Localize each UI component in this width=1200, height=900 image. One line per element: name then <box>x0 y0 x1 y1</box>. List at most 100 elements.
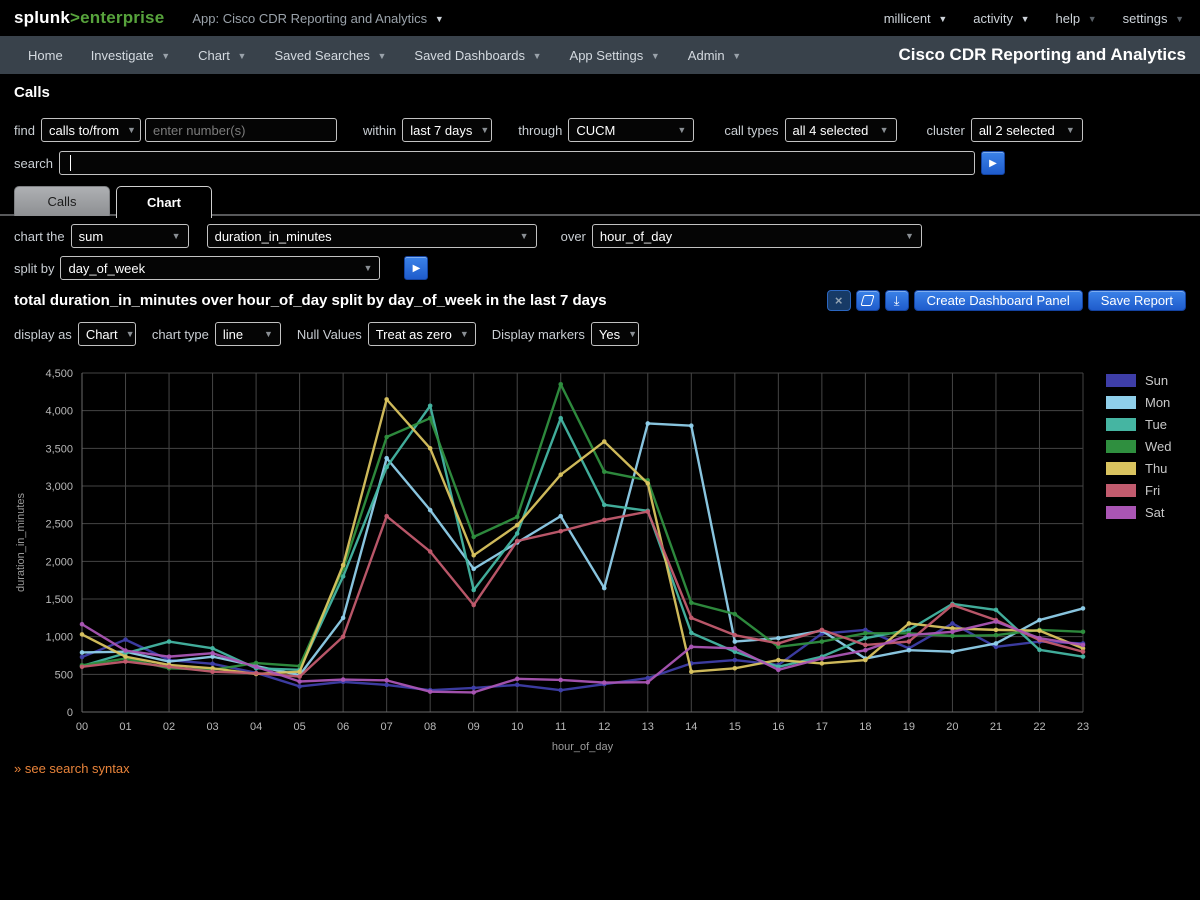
text-cursor <box>70 155 71 171</box>
legend-swatch <box>1106 440 1136 453</box>
app-nav-bar: HomeInvestigate ▼Chart ▼Saved Searches ▼… <box>0 36 1200 74</box>
svg-text:23: 23 <box>1077 721 1089 733</box>
tab-chart[interactable]: Chart <box>116 186 212 218</box>
logo-splunk-text: splunk <box>14 8 70 27</box>
tab-calls[interactable]: Calls <box>14 186 110 216</box>
chevron-down-icon: ▼ <box>238 51 247 61</box>
find-label: find <box>14 123 35 138</box>
display-markers-select[interactable]: Yes▼ <box>591 322 639 346</box>
call-types-select[interactable]: all 4 selected▼ <box>785 118 897 142</box>
nav-items: HomeInvestigate ▼Chart ▼Saved Searches ▼… <box>14 48 755 63</box>
chevron-down-icon: ▼ <box>1175 14 1184 24</box>
svg-text:3,000: 3,000 <box>45 481 73 493</box>
legend-item-mon[interactable]: Mon <box>1106 391 1172 413</box>
legend-item-sat[interactable]: Sat <box>1106 501 1172 523</box>
logo-product-text: enterprise <box>80 8 164 27</box>
report-title: total duration_in_minutes over hour_of_d… <box>14 292 607 309</box>
legend-swatch <box>1106 418 1136 431</box>
search-input[interactable] <box>59 151 975 175</box>
nav-item-home[interactable]: Home <box>14 48 77 63</box>
topbar-menu-activity[interactable]: activity ▼ <box>973 11 1029 26</box>
play-icon: ▶ <box>413 263 421 274</box>
within-select[interactable]: last 7 days▼ <box>402 118 492 142</box>
chevron-down-icon: ▼ <box>1021 14 1030 24</box>
chart-config-row: chart the sum▼ duration_in_minutes▼ over… <box>14 224 922 248</box>
over-value: hour_of_day <box>600 229 672 244</box>
split-by-select[interactable]: day_of_week▼ <box>60 256 380 280</box>
aggregation-select[interactable]: sum▼ <box>71 224 189 248</box>
save-report-button[interactable]: Save Report <box>1088 290 1186 311</box>
report-title-row: total duration_in_minutes over hour_of_d… <box>14 290 1186 311</box>
split-by-label: split by <box>14 261 54 276</box>
svg-text:06: 06 <box>337 721 349 733</box>
download-button[interactable]: ⤓ <box>885 290 909 311</box>
chevron-down-icon: ▼ <box>377 51 386 61</box>
split-by-value: day_of_week <box>68 261 145 276</box>
svg-text:07: 07 <box>381 721 393 733</box>
within-label: within <box>363 123 396 138</box>
topbar-menu-label: help <box>1056 11 1081 26</box>
topbar-menu-label: millicent <box>884 11 931 26</box>
nav-item-chart[interactable]: Chart ▼ <box>184 48 260 63</box>
line-chart: 05001,0001,5002,0002,5003,0003,5004,0004… <box>0 356 1100 760</box>
nav-item-investigate[interactable]: Investigate ▼ <box>77 48 184 63</box>
create-dashboard-panel-button[interactable]: Create Dashboard Panel <box>914 290 1083 311</box>
legend-item-wed[interactable]: Wed <box>1106 435 1172 457</box>
chevron-down-icon: ▼ <box>677 125 686 135</box>
see-search-syntax-link[interactable]: » see search syntax <box>14 761 130 776</box>
app-switcher-menu[interactable]: App: Cisco CDR Reporting and Analytics ▼ <box>192 11 443 26</box>
chart-type-select[interactable]: line▼ <box>215 322 281 346</box>
page-title: Calls <box>14 84 50 101</box>
through-select[interactable]: CUCM▼ <box>568 118 694 142</box>
number-input[interactable] <box>145 118 337 142</box>
svg-text:1,500: 1,500 <box>45 594 73 606</box>
svg-text:00: 00 <box>76 721 88 733</box>
search-go-button[interactable]: ▶ <box>981 151 1005 175</box>
display-as-select[interactable]: Chart▼ <box>78 322 136 346</box>
legend-swatch <box>1106 462 1136 475</box>
svg-text:2,500: 2,500 <box>45 519 73 531</box>
search-label: search <box>14 156 53 171</box>
svg-text:hour_of_day: hour_of_day <box>552 741 614 753</box>
legend-item-sun[interactable]: Sun <box>1106 369 1172 391</box>
svg-text:3,500: 3,500 <box>45 443 73 455</box>
over-select[interactable]: hour_of_day▼ <box>592 224 922 248</box>
legend-label: Sun <box>1145 373 1168 388</box>
chevron-down-icon: ▼ <box>938 14 947 24</box>
svg-text:0: 0 <box>67 707 73 719</box>
app-switcher-label: App: Cisco CDR Reporting and Analytics <box>192 11 427 26</box>
svg-text:4,500: 4,500 <box>45 368 73 380</box>
close-button[interactable]: × <box>827 290 851 311</box>
nav-item-admin[interactable]: Admin ▼ <box>674 48 755 63</box>
splunk-logo[interactable]: splunk>enterprise <box>14 8 164 28</box>
svg-text:duration_in_minutes: duration_in_minutes <box>15 492 27 592</box>
run-chart-button[interactable]: ▶ <box>404 256 428 280</box>
through-label: through <box>518 123 562 138</box>
svg-text:1,000: 1,000 <box>45 632 73 644</box>
legend-item-tue[interactable]: Tue <box>1106 413 1172 435</box>
legend-item-thu[interactable]: Thu <box>1106 457 1172 479</box>
svg-text:2,000: 2,000 <box>45 556 73 568</box>
topbar-menu-millicent[interactable]: millicent ▼ <box>884 11 948 26</box>
nav-item-saved-dashboards[interactable]: Saved Dashboards ▼ <box>400 48 555 63</box>
chevron-down-icon: ▼ <box>651 51 660 61</box>
legend-label: Sat <box>1145 505 1165 520</box>
topbar-menu-help[interactable]: help ▼ <box>1056 11 1097 26</box>
legend-item-fri[interactable]: Fri <box>1106 479 1172 501</box>
svg-text:05: 05 <box>293 721 305 733</box>
chevron-down-icon: ▼ <box>533 51 542 61</box>
cluster-select[interactable]: all 2 selected▼ <box>971 118 1083 142</box>
field-select[interactable]: duration_in_minutes▼ <box>207 224 537 248</box>
chart-the-label: chart the <box>14 229 65 244</box>
export-button[interactable] <box>856 290 880 311</box>
play-icon: ▶ <box>989 158 997 169</box>
topbar-menu-label: settings <box>1123 11 1168 26</box>
find-direction-select[interactable]: calls to/from▼ <box>41 118 141 142</box>
chevron-down-icon: ▼ <box>880 125 889 135</box>
nav-item-app-settings[interactable]: App Settings ▼ <box>556 48 674 63</box>
logo-gt-text: > <box>70 8 80 27</box>
nav-item-saved-searches[interactable]: Saved Searches ▼ <box>260 48 400 63</box>
display-as-value: Chart <box>86 327 118 342</box>
null-values-select[interactable]: Treat as zero▼ <box>368 322 476 346</box>
topbar-menu-settings[interactable]: settings ▼ <box>1123 11 1184 26</box>
